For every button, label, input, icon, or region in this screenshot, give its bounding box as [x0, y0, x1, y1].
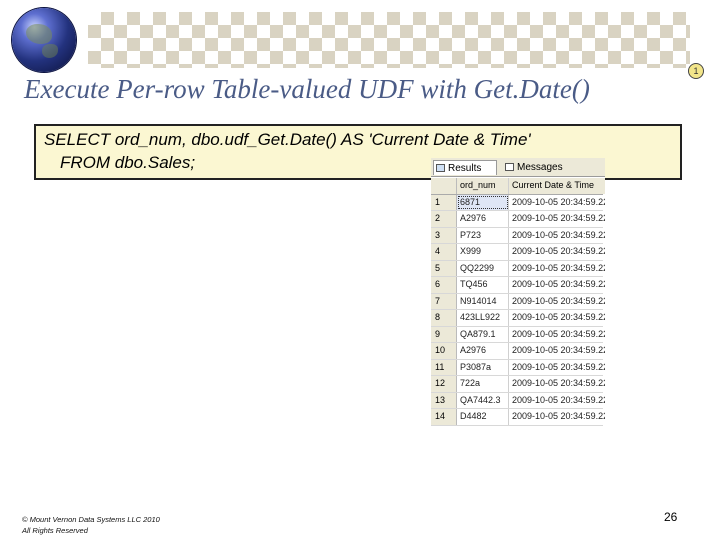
tab-messages-label: Messages — [517, 162, 563, 173]
rights-line: All Rights Reserved — [22, 526, 88, 535]
row-number-header — [431, 178, 457, 194]
table-row[interactable]: 8 423LL922 2009-10-05 20:34:59.220 — [431, 310, 605, 327]
cell-current-date-time[interactable]: 2009-10-05 20:34:59.220 — [509, 195, 605, 211]
cell-ord-num[interactable]: A2976 — [457, 211, 509, 227]
tab-messages[interactable]: Messages — [503, 160, 589, 175]
table-row[interactable]: 3 P723 2009-10-05 20:34:59.220 — [431, 227, 605, 244]
column-header-current-date-time[interactable]: Current Date & Time — [509, 178, 605, 194]
cell-ord-num[interactable]: P723 — [457, 227, 509, 243]
cell-ord-num[interactable]: 6871 — [457, 194, 509, 210]
cell-current-date-time[interactable]: 2009-10-05 20:34:59.220 — [509, 211, 605, 227]
page-number: 26 — [664, 510, 678, 524]
table-row[interactable]: 4 X999 2009-10-05 20:34:59.220 — [431, 244, 605, 261]
cell-ord-num[interactable]: A2976 — [457, 343, 509, 359]
cell-ord-num[interactable]: D4482 — [457, 409, 509, 425]
row-number: 4 — [431, 244, 457, 260]
row-number: 1 — [431, 194, 457, 210]
cell-current-date-time[interactable]: 2009-10-05 20:34:59.220 — [509, 409, 605, 425]
row-number: 9 — [431, 326, 457, 342]
table-row[interactable]: 10 A2976 2009-10-05 20:34:59.220 — [431, 343, 605, 360]
cell-current-date-time[interactable]: 2009-10-05 20:34:59.220 — [509, 277, 605, 293]
globe-logo — [12, 8, 76, 72]
table-row[interactable]: 1 6871 2009-10-05 20:34:59.220 — [431, 194, 605, 211]
copyright-line: © Mount Vernon Data Systems LLC 2010 — [22, 515, 160, 524]
cell-current-date-time[interactable]: 2009-10-05 20:34:59.220 — [509, 228, 605, 244]
row-number: 5 — [431, 260, 457, 276]
table-row[interactable]: 6 TQ456 2009-10-05 20:34:59.220 — [431, 277, 605, 294]
column-header-ord-num[interactable]: ord_num — [457, 178, 509, 194]
results-grid-window: Results Messages ord_num Current Date & … — [431, 158, 605, 426]
cell-current-date-time[interactable]: 2009-10-05 20:34:59.220 — [509, 393, 605, 409]
table-row[interactable]: 2 A2976 2009-10-05 20:34:59.220 — [431, 211, 605, 228]
cell-ord-num[interactable]: QA7442.3 — [457, 392, 509, 408]
cell-ord-num[interactable]: N914008 — [457, 425, 509, 426]
cell-current-date-time[interactable]: 2009-10-05 20:34:59.220 — [509, 376, 605, 392]
cell-ord-num[interactable]: X999 — [457, 244, 509, 260]
cell-ord-num[interactable]: QQ2299 — [457, 260, 509, 276]
row-number: 12 — [431, 376, 457, 392]
row-number: 2 — [431, 211, 457, 227]
row-number: 14 — [431, 409, 457, 425]
table-row[interactable]: 13 QA7442.3 2009-10-05 20:34:59.220 — [431, 392, 605, 409]
cell-current-date-time[interactable]: 2009-10-05 20:34:59.220 — [509, 360, 605, 376]
cell-current-date-time[interactable]: 2009-10-05 20:34:59.220 — [509, 327, 605, 343]
row-number: 6 — [431, 277, 457, 293]
title-marker-icon: 1 — [688, 63, 704, 79]
cell-ord-num[interactable]: TQ456 — [457, 277, 509, 293]
row-number: 13 — [431, 392, 457, 408]
message-icon — [505, 163, 514, 171]
cell-current-date-time[interactable]: 2009-10-05 20:34:59.220 — [509, 343, 605, 359]
slide-title: Execute Per-row Table-valued UDF with Ge… — [24, 74, 590, 104]
row-number: 10 — [431, 343, 457, 359]
table-row[interactable]: 9 QA879.1 2009-10-05 20:34:59.220 — [431, 326, 605, 343]
grid-icon — [436, 164, 445, 172]
tab-results[interactable]: Results — [433, 160, 497, 175]
row-number: 7 — [431, 293, 457, 309]
row-number: 15 — [431, 425, 457, 426]
row-number: 3 — [431, 227, 457, 243]
cell-current-date-time[interactable]: 2009-10-05 20:34:59.220 — [509, 310, 605, 326]
header-checker-band — [88, 12, 690, 68]
results-grid[interactable]: ord_num Current Date & Time 1 6871 2009-10… — [431, 178, 605, 427]
sql-line-from: FROM dbo.Sales; — [60, 153, 196, 172]
cell-current-date-time[interactable]: 2009-10-05 20:34:59.220 — [509, 261, 605, 277]
table-row[interactable]: 7 N914014 2009-10-05 20:34:59.220 — [431, 293, 605, 310]
row-number: 11 — [431, 359, 457, 375]
table-row[interactable]: 14 D4482 2009-10-05 20:34:59.220 — [431, 409, 605, 426]
table-row[interactable]: 12 722a 2009-10-05 20:34:59.220 — [431, 376, 605, 393]
cell-current-date-time[interactable]: 2009-10-05 20:34:59.220 — [509, 244, 605, 260]
results-tab-bar: Results Messages — [431, 158, 605, 177]
cell-current-date-time[interactable]: 2009-10-05 20:34:59.220 — [509, 426, 605, 427]
table-row[interactable]: 5 QQ2299 2009-10-05 20:34:59.220 — [431, 260, 605, 277]
table-row[interactable]: 11 P3087a 2009-10-05 20:34:59.220 — [431, 359, 605, 376]
tab-results-label: Results — [448, 163, 482, 174]
cell-current-date-time[interactable]: 2009-10-05 20:34:59.220 — [509, 294, 605, 310]
cell-ord-num[interactable]: QA879.1 — [457, 326, 509, 342]
cell-ord-num[interactable]: P3087a — [457, 359, 509, 375]
grid-header-row: ord_num Current Date & Time — [431, 178, 605, 195]
cell-ord-num[interactable]: 722a — [457, 376, 509, 392]
row-number: 8 — [431, 310, 457, 326]
cell-ord-num[interactable]: 423LL922 — [457, 310, 509, 326]
cell-ord-num[interactable]: N914014 — [457, 293, 509, 309]
copyright-footer: © Mount Vernon Data Systems LLC 2010 All… — [22, 514, 160, 536]
sql-line-select: SELECT ord_num, dbo.udf_Get.Date() AS 'C… — [44, 130, 531, 149]
table-row[interactable]: 15N9140082009-10-05 20:34:59.220 — [431, 425, 605, 427]
